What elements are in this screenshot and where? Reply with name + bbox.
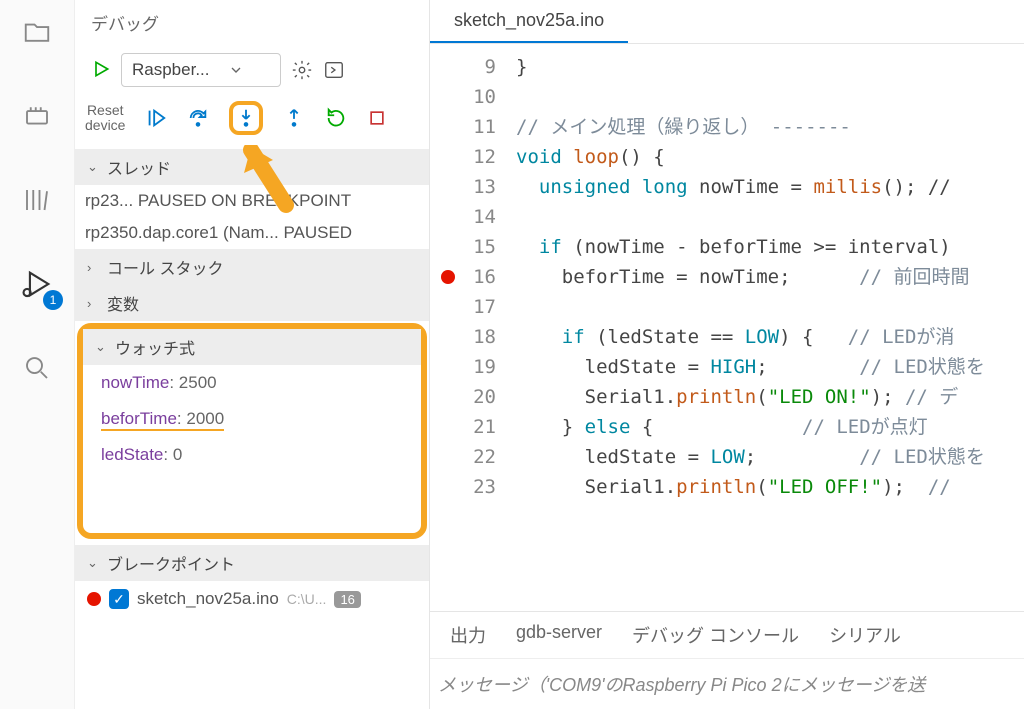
settings-button[interactable] [291, 59, 313, 81]
search-icon[interactable] [15, 346, 59, 390]
watch-item[interactable]: nowTime: 2500 [83, 365, 421, 401]
boards-icon[interactable] [15, 94, 59, 138]
tab-serial[interactable]: シリアル [829, 622, 901, 648]
watch-item[interactable]: beforTime: 2000 [83, 401, 421, 437]
variables-section-header[interactable]: › 変数 [75, 285, 429, 321]
step-into-button[interactable] [235, 107, 257, 129]
chevron-down-icon [228, 62, 244, 78]
tab-output[interactable]: 出力 [450, 622, 486, 648]
target-dropdown[interactable]: Raspber... [121, 53, 281, 87]
tab-bar: sketch_nov25a.ino [430, 0, 1024, 44]
step-over-button[interactable] [187, 107, 209, 129]
watch-item[interactable]: ledState: 0 [83, 437, 421, 473]
target-label: Raspber... [132, 60, 210, 80]
tab-debug-console[interactable]: デバッグ コンソール [632, 622, 799, 648]
step-out-button[interactable] [283, 107, 305, 129]
continue-button[interactable] [145, 107, 167, 129]
tab-gdb[interactable]: gdb-server [516, 622, 602, 648]
callstack-section-header[interactable]: › コール スタック [75, 249, 429, 285]
debug-badge: 1 [43, 290, 63, 310]
breakpoint-dot-icon [87, 592, 101, 606]
chevron-down-icon: ⌄ [87, 159, 101, 175]
watch-section-header[interactable]: ⌄ ウォッチ式 [83, 329, 421, 365]
watch-highlight-box: ⌄ ウォッチ式 nowTime: 2500 beforTime: 2000 le… [77, 323, 427, 539]
debug-icon[interactable]: 1 [15, 262, 59, 306]
line-badge: 16 [334, 591, 360, 608]
reset-device-label: Reset device [85, 103, 125, 134]
restart-button[interactable] [325, 107, 347, 129]
breakpoint-item[interactable]: ✓ sketch_nov25a.ino C:\U... 16 [75, 581, 429, 617]
chevron-down-icon: ⌄ [95, 339, 109, 355]
activity-bar: 1 [0, 0, 75, 709]
editor-tab[interactable]: sketch_nov25a.ino [430, 0, 628, 43]
bottom-panel-tabs: 出力 gdb-server デバッグ コンソール シリアル [430, 611, 1024, 658]
code-editor[interactable]: 9} 10 11// メイン処理（繰り返し） ------- 12void lo… [430, 44, 1024, 611]
chevron-right-icon: › [87, 260, 101, 275]
stop-button[interactable] [367, 108, 387, 128]
serial-message-input[interactable]: メッセージ（'COM9'のRaspberry Pi Pico 2にメッセージを送 [430, 658, 1024, 709]
step-into-highlight [229, 101, 263, 135]
library-icon[interactable] [15, 178, 59, 222]
thread-item[interactable]: rp2350.dap.core1 (Nam... PAUSED [75, 217, 429, 249]
debug-toolbar: Raspber... [75, 45, 429, 95]
console-button[interactable] [323, 59, 345, 81]
editor-area: sketch_nov25a.ino 9} 10 11// メイン処理（繰り返し）… [430, 0, 1024, 709]
debug-controls: Reset device [75, 95, 429, 149]
chevron-right-icon: › [87, 296, 101, 311]
threads-section-header[interactable]: ⌄ スレッド [75, 149, 429, 185]
panel-title: デバッグ [75, 0, 429, 45]
start-debug-button[interactable] [91, 59, 111, 82]
breakpoints-section-header[interactable]: ⌄ ブレークポイント [75, 545, 429, 581]
breakpoint-checkbox[interactable]: ✓ [109, 589, 129, 609]
chevron-down-icon: ⌄ [87, 555, 101, 571]
thread-item[interactable]: rp23... PAUSED ON BREAKPOINT [75, 185, 429, 217]
debug-panel: デバッグ Raspber... Reset device [75, 0, 430, 709]
breakpoint-gutter-icon[interactable] [441, 270, 455, 284]
explorer-icon[interactable] [15, 10, 59, 54]
